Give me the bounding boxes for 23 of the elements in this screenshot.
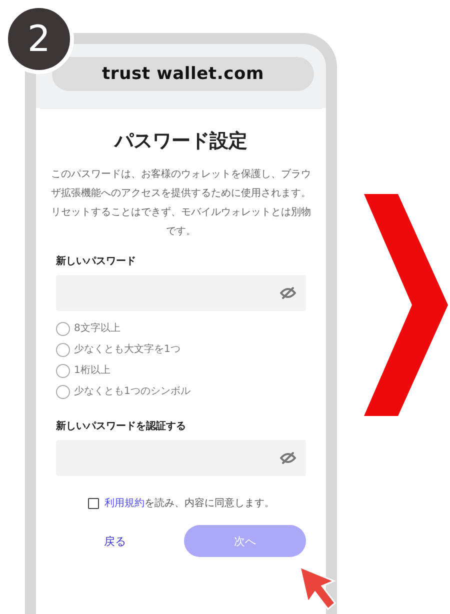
requirement-label: 8文字以上 (74, 322, 120, 336)
address-bar[interactable]: trust wallet.com (52, 57, 314, 91)
eye-slash-icon[interactable] (280, 451, 296, 465)
radio-button[interactable] (56, 322, 70, 336)
radio-button[interactable] (56, 385, 70, 399)
requirement-label: 1桁以上 (74, 364, 110, 378)
description: このパスワードは、お客様のウォレットを保護し、ブラウザ拡張機能へのアクセスを提供するために使用されます。リセットすることはできず、モバイルウォレットとは別物です。 (50, 168, 312, 239)
chevron-right-icon (364, 194, 448, 416)
checkbox[interactable] (88, 498, 98, 508)
url-text: trust wallet.com (102, 64, 264, 84)
radio-button[interactable] (56, 343, 70, 357)
eye-slash-icon[interactable] (280, 286, 296, 300)
back-button[interactable]: 戻る (100, 530, 130, 552)
terms-text: 利用規約を読み、内容に同意します。 (104, 496, 274, 510)
password-field[interactable] (56, 275, 306, 311)
field-label: 新しいパスワード (56, 255, 137, 269)
password-field[interactable] (56, 440, 306, 476)
field-label: 新しいパスワードを認証する (56, 420, 187, 434)
terms-link[interactable]: 利用規約 (104, 498, 144, 509)
requirement-label: 少なくとも1つのシンボル (74, 384, 190, 399)
requirement-label: 少なくとも大文字を1つ (74, 342, 180, 357)
radio-button[interactable] (56, 364, 70, 378)
page-title: パスワード設定 (112, 129, 248, 153)
